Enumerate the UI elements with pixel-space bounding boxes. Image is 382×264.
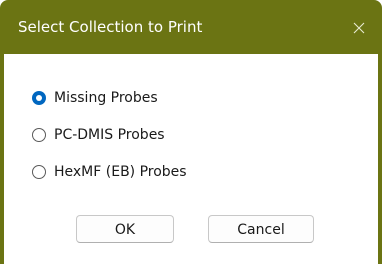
- cancel-button[interactable]: Cancel: [208, 215, 314, 243]
- close-button[interactable]: [336, 8, 382, 48]
- ok-button[interactable]: OK: [76, 215, 174, 243]
- radio-option-hexmf-probes[interactable]: HexMF (EB) Probes: [32, 160, 187, 184]
- radio-button-hexmf-probes[interactable]: [32, 165, 46, 179]
- radio-option-pc-dmis-probes[interactable]: PC-DMIS Probes: [32, 123, 165, 147]
- print-collection-dialog: Select Collection to Print Missing Probe…: [0, 0, 382, 264]
- radio-option-missing-probes[interactable]: Missing Probes: [32, 86, 158, 110]
- close-icon: [353, 22, 365, 34]
- radio-button-pc-dmis-probes[interactable]: [32, 128, 46, 142]
- radio-button-missing-probes[interactable]: [32, 91, 46, 105]
- title-bar[interactable]: Select Collection to Print: [0, 0, 382, 54]
- radio-label-hexmf-probes: HexMF (EB) Probes: [54, 164, 187, 180]
- radio-label-pc-dmis-probes: PC-DMIS Probes: [54, 127, 165, 143]
- radio-label-missing-probes: Missing Probes: [54, 90, 158, 106]
- dialog-body: Missing Probes PC-DMIS Probes HexMF (EB)…: [4, 54, 378, 264]
- dialog-title: Select Collection to Print: [18, 18, 203, 36]
